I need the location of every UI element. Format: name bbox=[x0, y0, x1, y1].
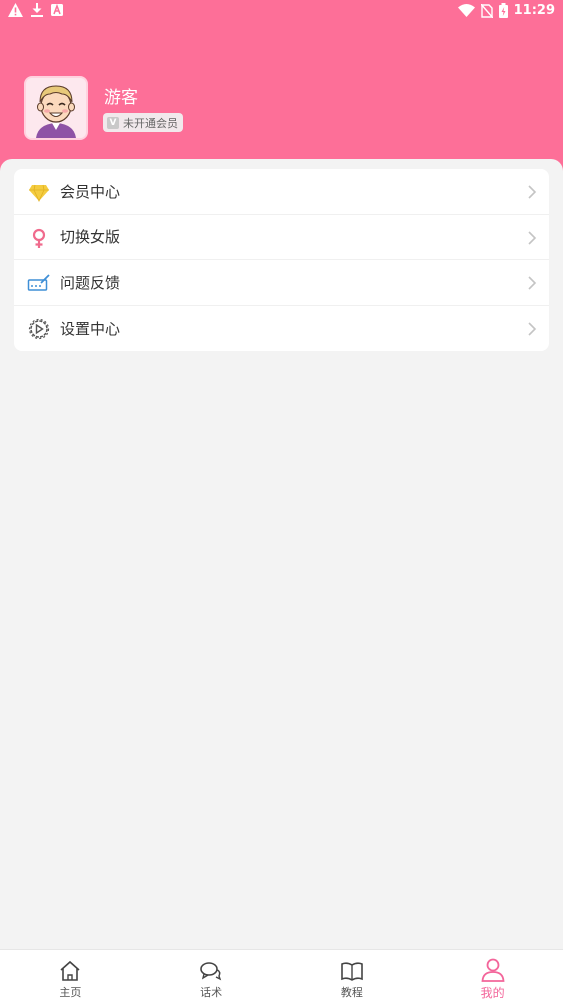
menu-item-settings[interactable]: 设置中心 bbox=[14, 306, 549, 352]
tab-tutorial[interactable]: 教程 bbox=[282, 950, 423, 1002]
chevron-right-icon bbox=[528, 230, 537, 245]
home-icon bbox=[60, 960, 80, 981]
menu-item-label: 设置中心 bbox=[60, 319, 121, 338]
wifi-icon bbox=[457, 4, 475, 17]
feedback-icon bbox=[27, 274, 50, 291]
avatar-face-icon bbox=[26, 78, 86, 138]
tab-scripts[interactable]: 话术 bbox=[141, 950, 282, 1002]
chevron-right-icon bbox=[528, 185, 537, 199]
tab-home[interactable]: 主页 bbox=[0, 950, 141, 1002]
menu-item-switch-female[interactable]: 切换女版 bbox=[14, 215, 549, 260]
vip-status-label: 未开通会员 bbox=[123, 116, 178, 130]
download-icon bbox=[31, 3, 43, 17]
status-time: 11:29 bbox=[513, 3, 555, 18]
diamond-icon bbox=[29, 184, 49, 202]
menu-item-label: 问题反馈 bbox=[60, 273, 121, 292]
a-icon bbox=[51, 4, 63, 16]
username: 游客 bbox=[104, 88, 138, 108]
no-sim-icon bbox=[480, 3, 493, 18]
bottom-tab-bar: 主页 话术 教程 我的 bbox=[0, 949, 563, 1002]
avatar[interactable] bbox=[24, 76, 88, 140]
tab-mine[interactable]: 我的 bbox=[422, 950, 563, 1002]
menu-item-label: 会员中心 bbox=[60, 182, 121, 201]
menu-item-feedback[interactable]: 问题反馈 bbox=[14, 260, 549, 306]
status-bar: 11:29 bbox=[0, 0, 563, 24]
female-icon bbox=[32, 228, 46, 248]
tab-label: 话术 bbox=[200, 986, 223, 999]
menu-item-membership[interactable]: 会员中心 bbox=[14, 169, 549, 215]
tab-label: 我的 bbox=[480, 986, 505, 1000]
vip-status-badge[interactable]: V 未开通会员 bbox=[103, 113, 183, 132]
tab-label: 教程 bbox=[340, 986, 363, 999]
battery-icon bbox=[498, 3, 508, 18]
book-icon bbox=[341, 962, 363, 981]
menu-item-label: 切换女版 bbox=[60, 228, 121, 247]
chevron-right-icon bbox=[528, 276, 537, 290]
user-icon bbox=[481, 958, 505, 982]
warning-icon bbox=[8, 3, 23, 17]
vip-icon: V bbox=[107, 116, 119, 129]
chevron-right-icon bbox=[528, 321, 537, 336]
tab-label: 主页 bbox=[59, 986, 82, 999]
chat-icon bbox=[200, 962, 222, 981]
settings-menu: 会员中心 切换女版 问题反馈 设置中心 bbox=[14, 169, 549, 351]
settings-icon bbox=[28, 318, 50, 339]
